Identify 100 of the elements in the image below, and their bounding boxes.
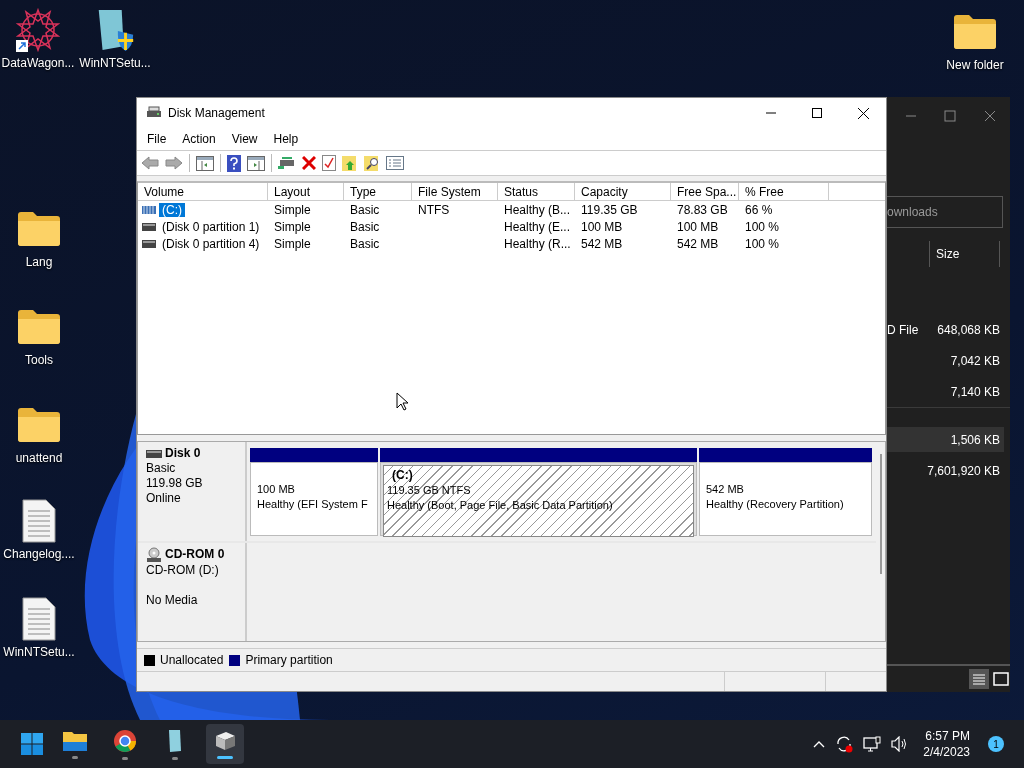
table-cell: 66 % — [745, 202, 773, 217]
delete-icon[interactable] — [302, 156, 316, 170]
document-icon[interactable] — [22, 499, 56, 543]
start-icon[interactable] — [20, 732, 44, 756]
table-cell: 119.35 GB — [581, 202, 638, 217]
menu-item[interactable]: Action — [174, 132, 224, 146]
striped-volume-icon — [142, 205, 156, 214]
desktop-icon-label[interactable]: DataWagon... — [1, 56, 75, 70]
column-header[interactable]: Free Spa... — [671, 183, 739, 201]
table-cell: Simple — [274, 219, 311, 234]
desktop-icon-label[interactable]: Lang — [25, 255, 53, 269]
partition-size-text: 542 MB — [706, 482, 745, 497]
table-cell: 100 % — [745, 236, 780, 251]
legend-label: Primary partition — [245, 653, 333, 667]
file-row[interactable]: 1,506 KB — [887, 427, 1004, 452]
column-header[interactable]: Volume — [138, 183, 268, 201]
cube-icon — [213, 729, 237, 752]
disk-status-text: No Media — [146, 592, 199, 608]
close-icon[interactable] — [857, 107, 869, 119]
column-header[interactable]: Type — [344, 183, 412, 201]
table-cell: Basic — [350, 236, 380, 251]
desktop-icon-label[interactable]: WinNTSetu... — [3, 645, 75, 659]
action-pane-icon[interactable] — [247, 155, 265, 171]
checklist-icon[interactable] — [322, 155, 336, 171]
table-cell: 100 MB — [677, 219, 719, 234]
partition-status-text: Healthy (Recovery Partition) — [706, 497, 845, 512]
column-header[interactable]: % Free — [739, 183, 829, 201]
desktop-icon-label[interactable]: Tools — [25, 353, 53, 367]
column-header[interactable]: Size — [929, 241, 1001, 267]
desktop-icon-label[interactable]: Changelog.... — [3, 547, 75, 561]
tiles-view-icon[interactable] — [992, 670, 1010, 688]
notification-badge[interactable]: 1 — [988, 736, 1004, 752]
console-tree-icon[interactable] — [196, 155, 214, 171]
table-cell: Basic — [350, 219, 380, 234]
table-cell: Simple — [274, 236, 311, 251]
file-row[interactable]: D File 648,068 KB — [887, 314, 1010, 345]
back-arrow-icon[interactable] — [141, 155, 159, 171]
file-row[interactable]: 7,601,920 KB — [887, 455, 1010, 486]
table-cell: 100 % — [745, 219, 780, 234]
column-header[interactable]: File System — [412, 183, 498, 201]
cd-drive-icon — [146, 546, 162, 563]
menu-item[interactable]: View — [223, 132, 266, 146]
disk-name: Disk 0 — [165, 446, 201, 461]
clock-time[interactable]: 6:57 PM — [925, 728, 970, 744]
partition-label: (C:) — [391, 468, 414, 483]
table-cell: 542 MB — [581, 236, 623, 251]
disk-size-text: 119.98 GB — [146, 476, 204, 491]
table-cell: Healthy (B... — [504, 202, 571, 217]
desktop-icon-label[interactable]: unattend — [15, 451, 63, 465]
desktop-icon-label[interactable]: New folder — [946, 58, 1004, 72]
help-icon[interactable] — [227, 154, 241, 172]
partition-block[interactable]: (C:) 119.35 GB NTFS Healthy (Boot, Page File, Basic Data Partition) — [380, 462, 697, 536]
table-cell: 542 MB — [677, 236, 719, 251]
table-cell[interactable]: (Disk 0 partition 4) — [159, 236, 263, 251]
column-header[interactable]: Capacity — [575, 183, 671, 201]
menu-item[interactable]: File — [139, 132, 175, 146]
column-header[interactable]: Layout — [268, 183, 344, 201]
mouse-pointer-icon — [396, 392, 408, 411]
menu-item[interactable]: Help — [265, 132, 307, 146]
document-icon[interactable] — [22, 597, 56, 641]
clock-date[interactable]: 2/4/2023 — [923, 744, 970, 760]
partition-block[interactable]: 542 MB Healthy (Recovery Partition) — [699, 462, 872, 536]
table-cell: Healthy (E... — [504, 219, 571, 234]
chevron-up-icon[interactable] — [813, 740, 826, 748]
table-cell: NTFS — [418, 202, 450, 217]
disk-name: CD-ROM 0 — [165, 547, 225, 562]
partition-size-text: 100 MB — [257, 482, 296, 497]
disk-type-text: CD-ROM (D:) — [146, 562, 220, 578]
partition-status-text: Healthy (EFI System F — [257, 497, 369, 512]
file-row[interactable]: 7,042 KB — [887, 345, 1010, 376]
volume-icon — [142, 222, 156, 231]
sync-icon[interactable] — [835, 735, 854, 753]
file-row[interactable]: 7,140 KB — [887, 376, 1010, 407]
file-size-text: 1,506 KB — [950, 432, 1000, 447]
scrollbar[interactable] — [876, 442, 885, 641]
table-cell[interactable]: (Disk 0 partition 1) — [159, 219, 263, 234]
file-size-text: 648,068 KB — [937, 322, 1000, 337]
table-cell[interactable]: (C:) — [159, 202, 185, 217]
desktop-icon-label[interactable]: WinNTSetu... — [79, 56, 151, 70]
file-type-text: D File — [887, 322, 919, 337]
disk-status-text: Online — [146, 491, 182, 506]
network-icon[interactable] — [863, 736, 882, 752]
disk-type-text: Basic — [146, 461, 177, 476]
star-pattern-icon[interactable] — [16, 8, 60, 52]
table-cell: 78.83 GB — [677, 202, 728, 217]
drive-icon[interactable] — [278, 156, 296, 170]
table-cell: Basic — [350, 202, 380, 217]
forward-arrow-icon[interactable] — [165, 155, 183, 171]
partition-block[interactable]: 100 MB Healthy (EFI System F — [250, 462, 378, 536]
browser-icon — [113, 728, 137, 753]
search-field[interactable]: ownloads — [887, 196, 1003, 228]
properties-list-icon[interactable] — [386, 156, 404, 170]
maximize-icon[interactable] — [812, 108, 822, 118]
folder-icon — [62, 729, 88, 752]
folder-search-icon[interactable] — [364, 155, 380, 171]
table-cell: Simple — [274, 202, 311, 217]
file-size-text: 7,601,920 KB — [927, 463, 1000, 478]
taskbar-app-button[interactable] — [206, 724, 244, 764]
partition-size-text: 119.35 GB NTFS — [387, 483, 472, 498]
column-header[interactable]: Status — [498, 183, 575, 201]
